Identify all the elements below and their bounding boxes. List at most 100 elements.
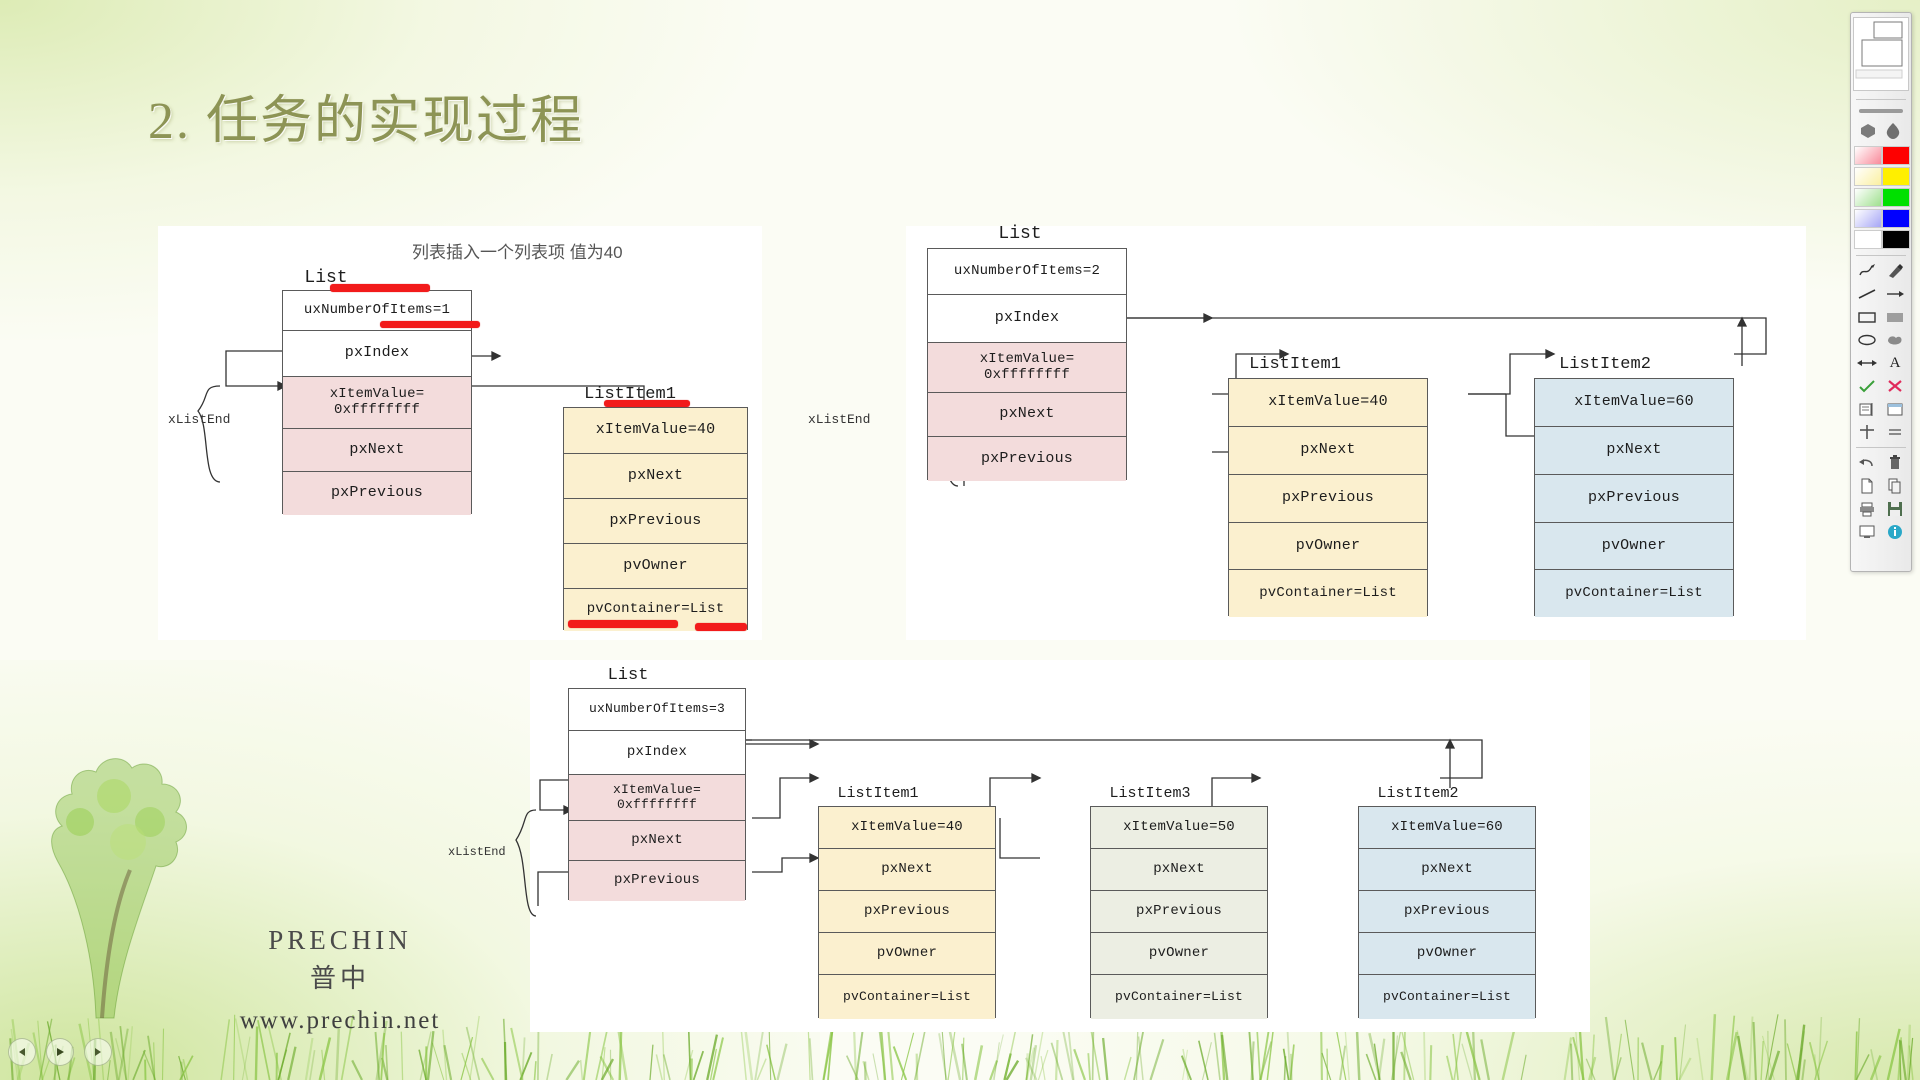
arrow-icon[interactable]: [1882, 283, 1909, 305]
cell-px-previous: pxPrevious: [928, 437, 1126, 481]
cell-px-index: pxIndex: [569, 731, 745, 775]
diagram-3-item3-box: xItemValue=50 pxNext pxPrevious pvOwner …: [1090, 806, 1268, 1018]
cell-pv-owner: pvOwner: [819, 933, 995, 975]
cell-pv-container: pvContainer=List: [1535, 570, 1733, 617]
swatch-green[interactable]: [1882, 188, 1910, 207]
annotation-toolbar[interactable]: A: [1850, 12, 1912, 572]
text-icon[interactable]: A: [1882, 352, 1909, 374]
check-icon[interactable]: [1854, 375, 1881, 397]
swatch-pink[interactable]: [1854, 146, 1882, 165]
trash-icon[interactable]: [1882, 452, 1909, 474]
annotation-underline-ux-number: [380, 321, 480, 328]
diagram-2-list-label: List: [980, 224, 1060, 244]
diagram-1-caption: 列表插入一个列表项 值为40: [412, 238, 623, 263]
ellipse-icon[interactable]: [1854, 329, 1881, 351]
pen-icon[interactable]: [1854, 260, 1881, 282]
cell-px-previous: pxPrevious: [1359, 891, 1535, 933]
line-icon[interactable]: [1854, 283, 1881, 305]
brand-name-en: PRECHIN: [180, 925, 500, 956]
cell-px-previous: pxPrevious: [569, 861, 745, 901]
swatch-lightyellow[interactable]: [1854, 167, 1882, 186]
diagram-3-item3-label: ListItem3: [1090, 785, 1210, 802]
page-title: 2. 任务的实现过程: [148, 78, 584, 153]
filled-shape-icon[interactable]: [1882, 329, 1909, 351]
swatch-black[interactable]: [1882, 230, 1910, 249]
x-item-value-line2: 0xffffffff: [334, 403, 420, 419]
diagram-3-list-label: List: [588, 666, 668, 685]
cell-px-next: pxNext: [1359, 849, 1535, 891]
print-icon[interactable]: [1854, 498, 1881, 520]
cell-pv-container: pvContainer=List: [1359, 975, 1535, 1019]
pen-width-row[interactable]: [1854, 107, 1908, 115]
equals-icon[interactable]: [1882, 421, 1909, 443]
diagram-2-list-box: uxNumberOfItems=2 pxIndex xItemValue= 0x…: [927, 248, 1127, 480]
brand-url: www.prechin.net: [180, 1007, 500, 1035]
filled-rectangle-icon[interactable]: [1882, 306, 1909, 328]
diagram-2-item1-box: xItemValue=40 pxNext pxPrevious pvOwner …: [1228, 378, 1428, 616]
diagram-2-item2-label: ListItem2: [1540, 355, 1670, 374]
swatch-red[interactable]: [1882, 146, 1910, 165]
media-control-bar[interactable]: [8, 1038, 112, 1066]
save-icon[interactable]: [1882, 498, 1909, 520]
color-swatch-grid[interactable]: [1854, 146, 1908, 249]
notes-icon[interactable]: [1854, 398, 1881, 420]
cell-px-previous: pxPrevious: [1535, 475, 1733, 523]
brand-watermark: PRECHIN 普中 www.prechin.net: [180, 925, 500, 1035]
cell-px-previous: pxPrevious: [564, 499, 747, 544]
rectangle-icon[interactable]: [1854, 306, 1881, 328]
cell-x-item-value: xItemValue=60: [1359, 807, 1535, 849]
cell-ux-number-of-items: uxNumberOfItems=2: [928, 249, 1126, 295]
cell-pv-container: pvContainer=List: [1229, 570, 1427, 617]
cell-ux-number-of-items: uxNumberOfItems=3: [569, 689, 745, 731]
cell-px-next: pxNext: [1091, 849, 1267, 891]
undo-icon[interactable]: [1854, 452, 1881, 474]
double-arrow-icon[interactable]: [1854, 352, 1881, 374]
cell-x-item-value: xItemValue=60: [1535, 379, 1733, 427]
annotation-underline-list: [330, 284, 430, 292]
cell-x-item-value: xItemValue=40: [564, 408, 747, 454]
play-button[interactable]: [46, 1038, 74, 1066]
toolbar-divider-2: [1856, 255, 1906, 256]
toolbar-divider-3: [1856, 447, 1906, 448]
tip-shape-row[interactable]: [1854, 121, 1908, 141]
cell-pv-owner: pvOwner: [564, 544, 747, 589]
swatch-white[interactable]: [1854, 230, 1882, 249]
monitor-icon[interactable]: [1854, 521, 1881, 543]
cell-pv-owner: pvOwner: [1359, 933, 1535, 975]
cell-x-item-value-end: xItemValue= 0xffffffff: [283, 377, 471, 429]
tool-icon-grid[interactable]: A: [1854, 260, 1909, 443]
annotation-underline-pvcontainer-a: [568, 620, 678, 628]
diagram-2-item1-label: ListItem1: [1230, 355, 1360, 374]
swatch-lightgreen[interactable]: [1854, 188, 1882, 207]
cell-pv-container: pvContainer=List: [1091, 975, 1267, 1019]
next-button[interactable]: [84, 1038, 112, 1066]
info-icon[interactable]: [1882, 521, 1909, 543]
cross-icon[interactable]: [1882, 375, 1909, 397]
action-icon-grid[interactable]: [1854, 452, 1909, 543]
swatch-yellow[interactable]: [1882, 167, 1910, 186]
x-item-value-line1: xItemValue=: [980, 352, 1075, 368]
swatch-blue[interactable]: [1882, 209, 1910, 228]
window-icon[interactable]: [1882, 398, 1909, 420]
cell-px-next: pxNext: [1229, 427, 1427, 475]
toolbar-preview-panel[interactable]: [1853, 17, 1909, 91]
swatch-lightblue[interactable]: [1854, 209, 1882, 228]
diagram-3-list-box: uxNumberOfItems=3 pxIndex xItemValue= 0x…: [568, 688, 746, 900]
cell-x-item-value: xItemValue=50: [1091, 807, 1267, 849]
diagram-3-item1-box: xItemValue=40 pxNext pxPrevious pvOwner …: [818, 806, 996, 1018]
cell-px-previous: pxPrevious: [1229, 475, 1427, 523]
cell-pv-container: pvContainer=List: [819, 975, 995, 1019]
annotation-underline-listitem1: [604, 400, 690, 407]
cell-pv-owner: pvOwner: [1535, 523, 1733, 570]
diagram-1-xlistend-label: xListEnd: [168, 412, 230, 427]
x-item-value-line1: xItemValue=: [330, 387, 425, 403]
prev-button[interactable]: [8, 1038, 36, 1066]
highlighter-icon[interactable]: [1882, 260, 1909, 282]
cell-px-next: pxNext: [283, 429, 471, 472]
new-page-icon[interactable]: [1854, 475, 1881, 497]
cell-px-previous: pxPrevious: [819, 891, 995, 933]
copy-icon[interactable]: [1882, 475, 1909, 497]
cell-x-item-value-end: xItemValue= 0xffffffff: [569, 775, 745, 821]
cross-hair-icon[interactable]: [1854, 421, 1881, 443]
annotation-underline-pvcontainer-b: [695, 623, 747, 631]
